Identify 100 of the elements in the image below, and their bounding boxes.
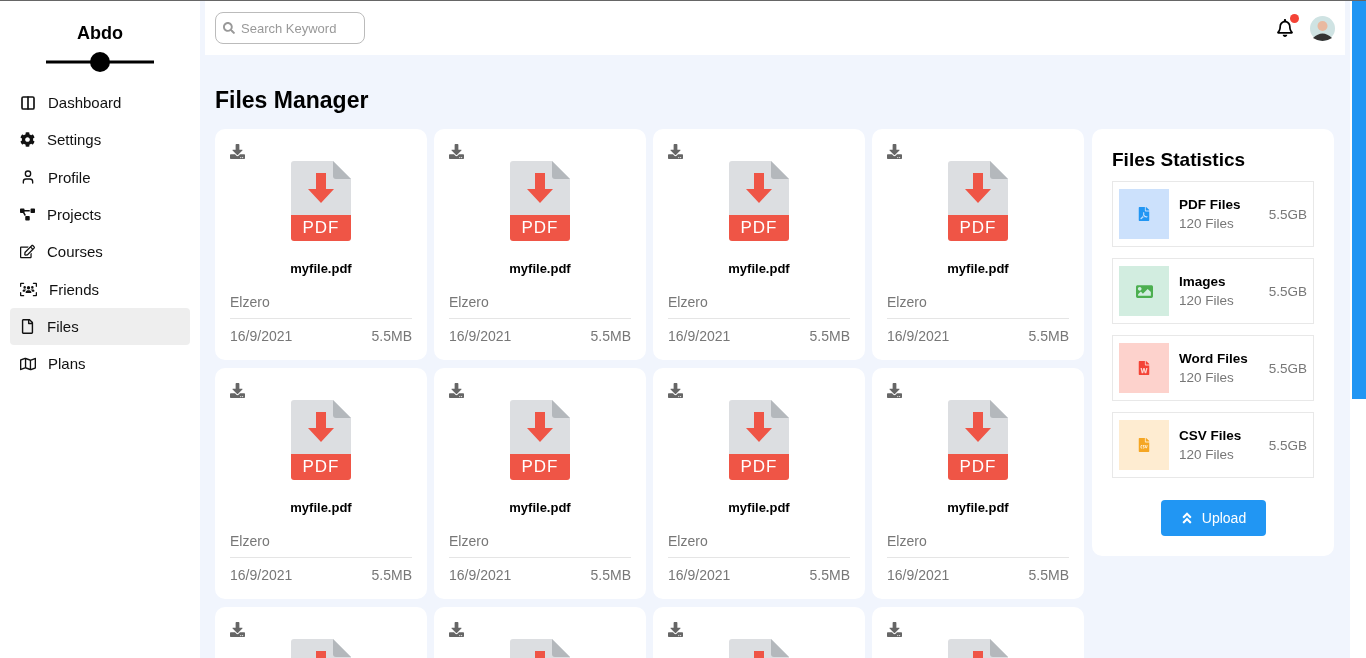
file-date: 16/9/2021 [449, 567, 512, 583]
avatar[interactable] [1310, 15, 1335, 41]
file-name: myfile.pdf [727, 261, 791, 276]
file-date: 16/9/2021 [887, 328, 950, 344]
file-owner: Elzero [887, 294, 1069, 319]
pdf-file-icon [1137, 207, 1151, 221]
image-icon [1135, 282, 1153, 300]
file-owner: Elzero [449, 294, 631, 319]
settings-icon [20, 132, 35, 148]
download-icon[interactable] [230, 383, 245, 398]
storage-size: 5.5GB [1268, 360, 1307, 376]
scrollbar-thumb[interactable] [1352, 1, 1366, 399]
file-type-name: PDF Files [1179, 197, 1242, 212]
file-owner: Elzero [668, 294, 850, 319]
document-icon [948, 161, 1008, 215]
file-name: myfile.pdf [508, 261, 572, 276]
user-icon [20, 169, 36, 186]
file-date: 16/9/2021 [449, 328, 512, 344]
users-icon [20, 280, 37, 298]
diagram-icon [20, 207, 35, 223]
file-type-label: PDF [729, 454, 789, 480]
sidebar-item[interactable]: Plans [10, 345, 190, 383]
file-date: 16/9/2021 [668, 567, 731, 583]
download-icon[interactable] [887, 144, 902, 159]
file-date: 16/9/2021 [887, 567, 950, 583]
csv-file-icon [1137, 438, 1151, 452]
file-name: myfile.pdf [289, 261, 353, 276]
file-owner: Elzero [887, 533, 1069, 558]
file-count: 120 Files [1179, 370, 1235, 385]
file-type-label: PDF [729, 215, 789, 241]
file-owner: Elzero [230, 294, 412, 319]
file-size: 5.5MB [1028, 567, 1069, 583]
page-title: Files Manager [215, 87, 370, 114]
download-icon[interactable] [449, 144, 464, 159]
download-icon[interactable] [230, 622, 245, 637]
document-icon [510, 161, 570, 215]
file-type-name: Word Files [1179, 351, 1249, 366]
file-name: myfile.pdf [508, 500, 572, 515]
file-owner: Elzero [449, 533, 631, 558]
download-icon[interactable] [668, 622, 683, 637]
file-count: 120 Files [1179, 447, 1235, 462]
file-name: myfile.pdf [946, 500, 1010, 515]
file-date: 16/9/2021 [668, 328, 731, 344]
file-type-label: PDF [948, 215, 1008, 241]
file-size: 5.5MB [809, 328, 850, 344]
file-name: myfile.pdf [289, 500, 353, 515]
file-type-label: PDF [510, 215, 570, 241]
sidebar-item[interactable]: Files [10, 307, 190, 346]
logo-icon [46, 52, 154, 72]
file-type-label: PDF [948, 454, 1008, 480]
file-name: myfile.pdf [946, 261, 1010, 276]
word-file-icon [1137, 361, 1151, 375]
download-icon[interactable] [668, 144, 683, 159]
sidebar-item[interactable]: Courses [10, 233, 190, 271]
sidebar-item[interactable]: Settings [10, 121, 190, 159]
file-size: 5.5MB [590, 328, 631, 344]
file-icon [20, 318, 35, 334]
notification-icon[interactable] [1276, 19, 1294, 37]
document-icon [729, 161, 789, 215]
search-icon [223, 22, 235, 34]
file-type-label: PDF [291, 215, 351, 241]
file-owner: Elzero [668, 533, 850, 558]
storage-size: 5.5GB [1268, 437, 1307, 453]
document-icon [291, 400, 351, 454]
sidebar-item[interactable]: Profile [10, 158, 190, 196]
file-type-label: PDF [510, 454, 570, 480]
document-icon [291, 161, 351, 215]
file-size: 5.5MB [1028, 328, 1069, 344]
download-icon[interactable] [449, 622, 464, 637]
search-field[interactable]: Search Keyword [215, 12, 365, 44]
file-name: myfile.pdf [727, 500, 791, 515]
download-icon[interactable] [887, 383, 902, 398]
sidebar-item[interactable]: Dashboard [10, 84, 190, 122]
document-icon [948, 400, 1008, 454]
sidebar-item[interactable]: Friends [10, 270, 190, 308]
file-count: 120 Files [1179, 293, 1235, 308]
file-size: 5.5MB [809, 567, 850, 583]
file-size: 5.5MB [371, 328, 412, 344]
columns-icon [20, 94, 36, 111]
file-size: 5.5MB [590, 567, 631, 583]
document-icon [729, 400, 789, 454]
file-type-name: Images [1179, 274, 1227, 289]
download-icon[interactable] [449, 383, 464, 398]
download-icon[interactable] [887, 622, 902, 637]
file-owner: Elzero [230, 533, 412, 558]
map-icon [20, 355, 36, 372]
file-count: 120 Files [1179, 216, 1235, 231]
file-size: 5.5MB [371, 567, 412, 583]
document-icon [510, 400, 570, 454]
sidebar-item[interactable]: Projects [10, 195, 190, 234]
file-date: 16/9/2021 [230, 328, 293, 344]
file-type-label: PDF [291, 454, 351, 480]
download-icon[interactable] [230, 144, 245, 159]
storage-size: 5.5GB [1268, 283, 1307, 299]
file-type-name: CSV Files [1179, 428, 1243, 443]
brand-name: Abdo [76, 23, 124, 44]
panel-title: Files Statistics [1112, 149, 1247, 171]
edit-icon [20, 244, 35, 260]
file-date: 16/9/2021 [230, 567, 293, 583]
download-icon[interactable] [668, 383, 683, 398]
